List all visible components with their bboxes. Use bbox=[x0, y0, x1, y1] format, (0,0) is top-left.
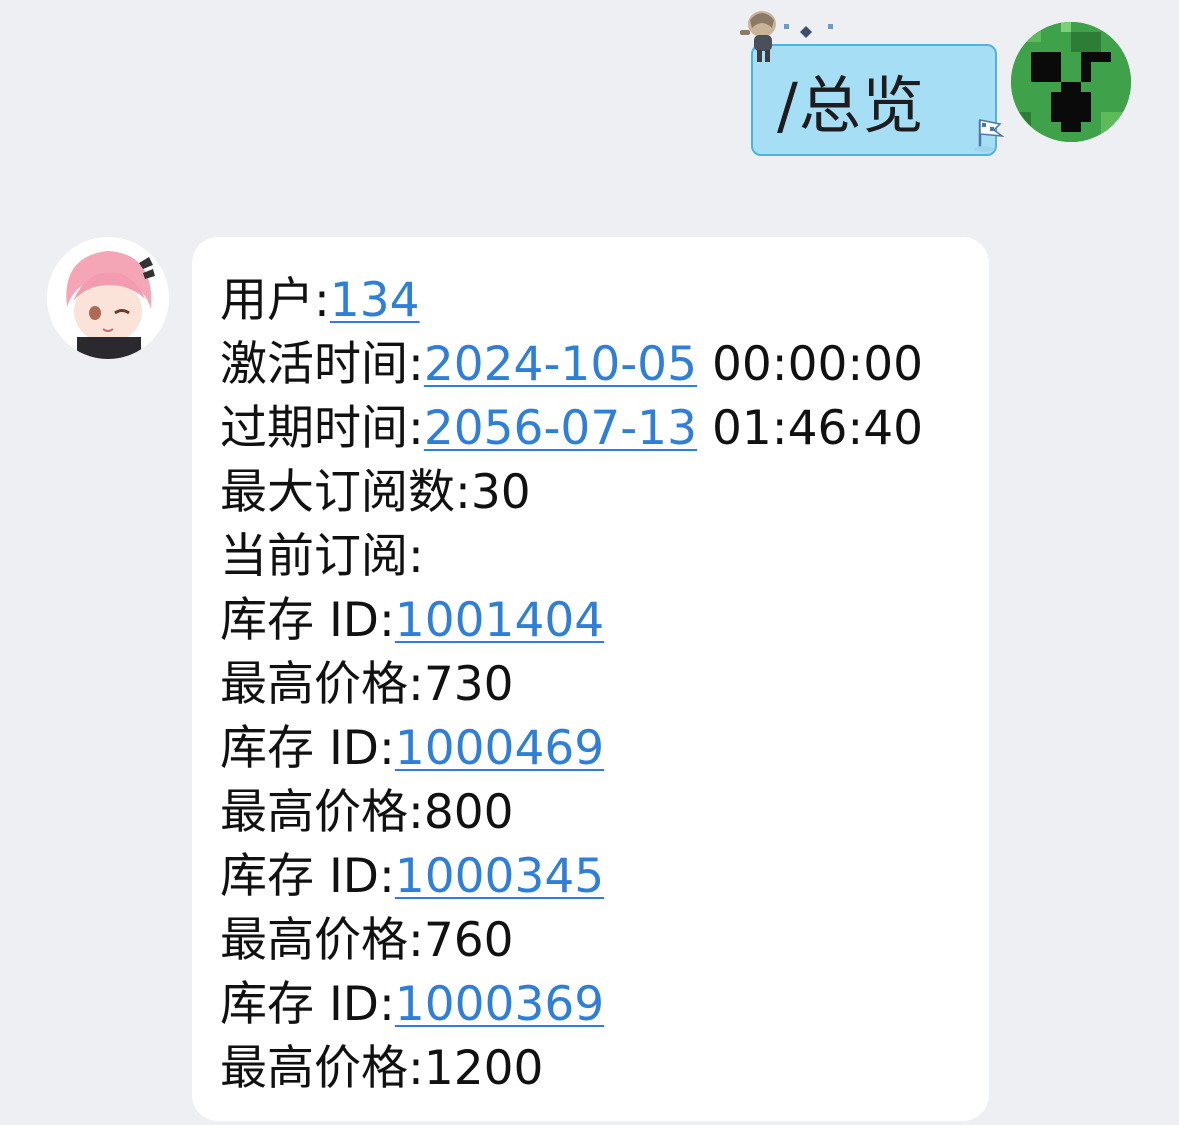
max-price-line: 最高价格:1200 bbox=[220, 1037, 989, 1101]
activation-time: 00:00:00 bbox=[697, 337, 924, 392]
message-content: 用户:134 激活时间:2024-10-05 00:00:00 过期时间:205… bbox=[220, 269, 989, 1101]
max-price-value: 800 bbox=[423, 785, 514, 840]
max-price-line: 最高价格:800 bbox=[220, 781, 989, 845]
max-price-value: 760 bbox=[423, 913, 514, 968]
inventory-id-label: 库存 ID: bbox=[220, 721, 395, 776]
max-subscriptions-line: 最大订阅数:30 bbox=[220, 461, 989, 525]
flag-icon bbox=[974, 119, 1005, 152]
max-price-value: 1200 bbox=[423, 1041, 544, 1096]
current-subscriptions-line: 当前订阅: bbox=[220, 525, 989, 589]
expiry-label: 过期时间: bbox=[220, 401, 424, 456]
max-subscriptions-value: 30 bbox=[470, 465, 531, 520]
max-price-label: 最高价格: bbox=[220, 1041, 424, 1096]
max-price-label: 最高价格: bbox=[220, 785, 424, 840]
sent-message-text: /总览 bbox=[777, 69, 925, 142]
current-subscriptions-label: 当前订阅: bbox=[220, 529, 424, 584]
max-subscriptions-label: 最大订阅数: bbox=[220, 465, 471, 520]
inventory-id-link[interactable]: 1000469 bbox=[395, 721, 604, 776]
max-price-line: 最高价格:760 bbox=[220, 909, 989, 973]
creeper-avatar-icon[interactable] bbox=[1011, 22, 1131, 142]
expiry-line: 过期时间:2056-07-13 01:46:40 bbox=[220, 397, 989, 461]
inventory-id-line: 库存 ID:1000345 bbox=[220, 845, 989, 909]
inventory-id-link[interactable]: 1000345 bbox=[395, 849, 604, 904]
anime-girl-avatar-icon[interactable] bbox=[47, 237, 169, 359]
inventory-id-link[interactable]: 1001404 bbox=[395, 593, 604, 648]
activation-label: 激活时间: bbox=[220, 337, 424, 392]
inventory-id-line: 库存 ID:1000369 bbox=[220, 973, 989, 1037]
user-id-link[interactable]: 134 bbox=[330, 273, 420, 328]
activation-date-link[interactable]: 2024-10-05 bbox=[424, 337, 697, 392]
max-price-label: 最高价格: bbox=[220, 913, 424, 968]
inventory-id-label: 库存 ID: bbox=[220, 849, 395, 904]
inventory-id-line: 库存 ID:1001404 bbox=[220, 589, 989, 653]
user-line: 用户:134 bbox=[220, 269, 989, 333]
activation-line: 激活时间:2024-10-05 00:00:00 bbox=[220, 333, 989, 397]
user-label: 用户: bbox=[220, 273, 330, 328]
chibi-character-icon bbox=[740, 11, 833, 62]
expiry-time: 01:46:40 bbox=[697, 401, 924, 456]
received-message-bubble[interactable]: 用户:134 激活时间:2024-10-05 00:00:00 过期时间:205… bbox=[192, 237, 989, 1121]
max-price-value: 730 bbox=[423, 657, 514, 712]
expiry-date-link[interactable]: 2056-07-13 bbox=[424, 401, 697, 456]
inventory-id-link[interactable]: 1000369 bbox=[395, 977, 604, 1032]
max-price-label: 最高价格: bbox=[220, 657, 424, 712]
inventory-id-label: 库存 ID: bbox=[220, 977, 395, 1032]
inventory-id-line: 库存 ID:1000469 bbox=[220, 717, 989, 781]
max-price-line: 最高价格:730 bbox=[220, 653, 989, 717]
inventory-id-label: 库存 ID: bbox=[220, 593, 395, 648]
